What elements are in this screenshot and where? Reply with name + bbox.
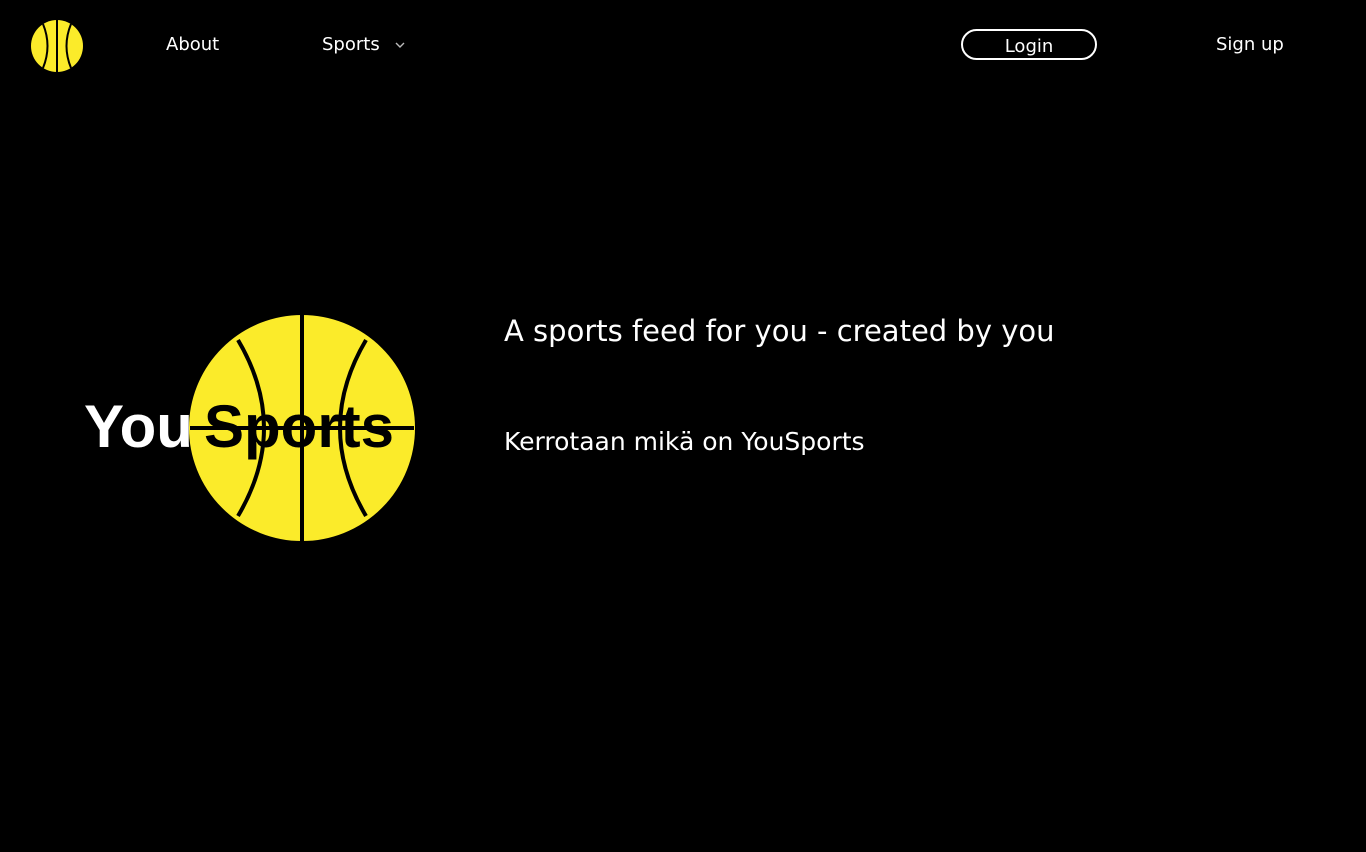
- landing-page: About Sports Login Sign up You Sports A …: [0, 0, 1366, 852]
- nav-sports-dropdown[interactable]: Sports: [322, 33, 406, 57]
- svg-text:You: You: [84, 393, 193, 460]
- hero-subtitle: Kerrotaan mikä on YouSports: [504, 427, 865, 456]
- login-button[interactable]: Login: [961, 29, 1097, 60]
- svg-text:Sports: Sports: [204, 393, 394, 460]
- yousports-logo: You Sports: [82, 310, 422, 546]
- home-logo-link[interactable]: [30, 19, 84, 73]
- signup-link[interactable]: Sign up: [1216, 33, 1284, 57]
- basketball-icon: [31, 20, 83, 72]
- nav-sports-label: Sports: [322, 34, 380, 55]
- hero-title: A sports feed for you - created by you: [504, 314, 1055, 348]
- chevron-down-icon: [394, 39, 406, 51]
- top-navbar: About Sports Login Sign up: [0, 0, 1366, 92]
- nav-about-link[interactable]: About: [166, 33, 219, 57]
